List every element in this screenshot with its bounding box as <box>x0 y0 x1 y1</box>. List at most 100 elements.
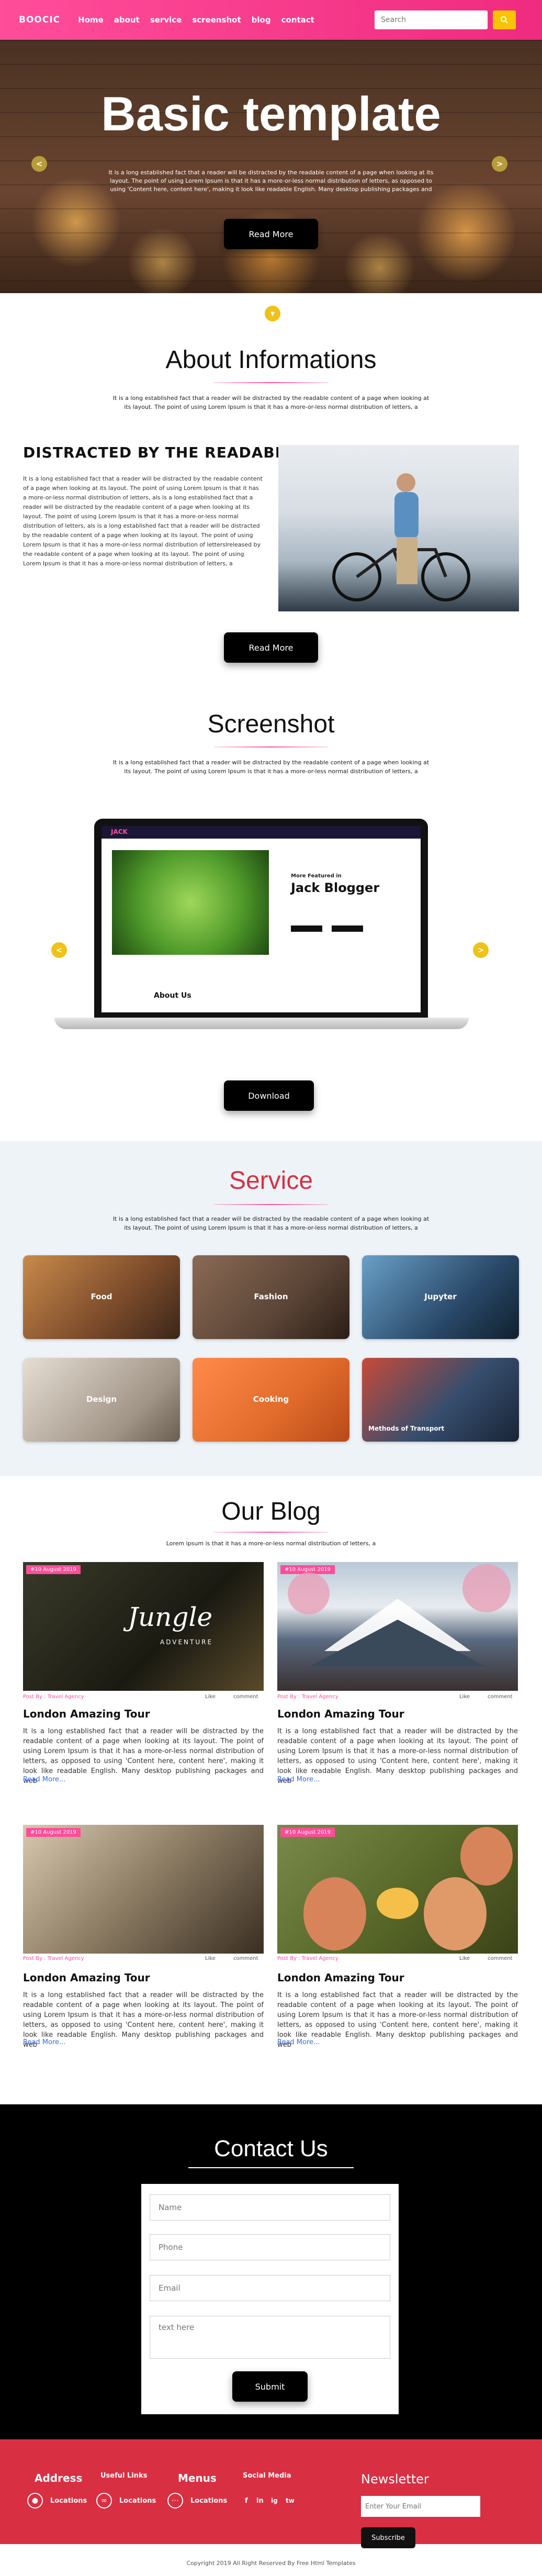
blog-image-mountain[interactable]: #10 August 2019 <box>277 1562 518 1691</box>
nav-link-contact[interactable]: contact <box>281 15 314 25</box>
service-card-label: Design <box>86 1395 117 1404</box>
search-icon <box>501 16 508 24</box>
screenshot-title: Screenshot <box>207 710 335 738</box>
nav-link-screenshot[interactable]: screenshot <box>192 15 241 25</box>
footer-location-2[interactable]: Locations <box>119 2497 156 2505</box>
blog-post-likes[interactable]: Like <box>459 1694 470 1700</box>
brand-logo[interactable]: BOOCIC <box>19 15 60 25</box>
hero-title: Basic template <box>101 87 441 141</box>
blog-post-likes[interactable]: Like <box>459 1956 470 1961</box>
newsletter-title: Newsletter <box>361 2472 429 2486</box>
menu-dots-icon: ⋯ <box>167 2493 183 2508</box>
footer-location-1[interactable]: Locations <box>50 2497 87 2505</box>
hero-prev-arrow[interactable]: < <box>31 156 47 172</box>
newsletter-email-input[interactable] <box>361 2496 480 2517</box>
screen-about-heading: About Us <box>154 991 191 1000</box>
screen-heading-small: More Featured in <box>291 873 342 879</box>
service-card-label: Methods of Transport <box>368 1425 445 1432</box>
blog-underline <box>214 1532 328 1533</box>
blog-image-eggs[interactable]: #10 August 2019 <box>277 1825 518 1954</box>
blog-image-title: Jungle <box>128 1602 213 1632</box>
location-pin-icon: ● <box>27 2493 43 2508</box>
blog-post-title[interactable]: London Amazing Tour <box>277 1971 404 1984</box>
blog-image-subtitle: ADVENTURE <box>160 1638 213 1646</box>
screenshot-prev-arrow[interactable]: < <box>51 942 67 958</box>
service-card-jupyter[interactable]: Jupyter <box>362 1255 519 1339</box>
screenshot-underline <box>214 746 328 748</box>
screen-logo: JACK <box>111 828 128 835</box>
link-icon: ∞ <box>96 2493 112 2508</box>
nav-links: Home about service screenshot blog conta… <box>78 15 314 25</box>
blog-read-more-link[interactable]: Read More... <box>277 2038 320 2046</box>
laptop-base <box>54 1018 469 1029</box>
blog-post-comments[interactable]: comment <box>488 1956 513 1961</box>
hero-banner: Basic template It is a long established … <box>0 40 542 293</box>
subscribe-button[interactable]: Subscribe <box>361 2527 415 2548</box>
blog-post-comments[interactable]: comment <box>233 1956 258 1961</box>
hero-next-arrow[interactable]: > <box>492 156 507 172</box>
service-card-food[interactable]: Food <box>23 1255 180 1339</box>
service-card-label: Fashion <box>254 1292 288 1301</box>
service-card-label: Cooking <box>253 1395 289 1404</box>
name-field[interactable] <box>150 2194 390 2221</box>
screenshot-next-arrow[interactable]: > <box>473 942 489 958</box>
about-underline <box>214 382 328 383</box>
blog-read-more-link[interactable]: Read More... <box>23 1776 65 1783</box>
blog-read-more-link[interactable]: Read More... <box>277 1776 320 1783</box>
blog-post-author: Post By : Travel Agency <box>277 1956 338 1961</box>
blog-image-jungle[interactable]: #10 August 2019 Jungle ADVENTURE <box>23 1562 264 1691</box>
blog-post-title[interactable]: London Amazing Tour <box>23 1708 150 1720</box>
service-card-cooking[interactable]: Cooking <box>193 1358 349 1442</box>
laptop-mockup: JACK More Featured in Jack Blogger About… <box>94 819 428 1020</box>
nav-link-service[interactable]: service <box>150 15 182 25</box>
linkedin-icon[interactable]: in <box>256 2497 264 2505</box>
footer <box>0 2439 542 2544</box>
blog-date-badge: #10 August 2019 <box>26 1565 81 1574</box>
message-field[interactable] <box>150 2316 390 2359</box>
blog-intro: Lorem ipsum is that it has a more-or-les… <box>166 1540 376 1547</box>
blog-image-cafe[interactable]: #10 August 2019 <box>23 1825 264 1954</box>
blog-post-title[interactable]: London Amazing Tour <box>277 1708 404 1720</box>
footer-address-title: Address <box>35 2472 83 2484</box>
service-title: Service <box>229 1167 313 1195</box>
about-subheading: DISTRACTED BY THE READABLE <box>23 444 296 461</box>
screenshot-intro: It is a long established fact that a rea… <box>112 759 430 775</box>
download-button[interactable]: Download <box>224 1080 314 1111</box>
hero-text: It is a long established fact that a rea… <box>108 169 434 193</box>
footer-location-3[interactable]: Locations <box>190 2497 227 2505</box>
search-input[interactable] <box>375 10 488 29</box>
service-card-design[interactable]: Design <box>23 1358 180 1442</box>
phone-field[interactable] <box>150 2234 390 2260</box>
nav-link-home[interactable]: Home <box>78 15 104 25</box>
blog-post-title[interactable]: London Amazing Tour <box>23 1971 150 1984</box>
blog-post-comments[interactable]: comment <box>488 1694 513 1700</box>
nav-link-blog[interactable]: blog <box>252 15 271 25</box>
email-field[interactable] <box>150 2275 390 2301</box>
about-intro: It is a long established fact that a rea… <box>112 395 430 410</box>
blog-post-comments[interactable]: comment <box>233 1694 258 1700</box>
screen-heading: Jack Blogger <box>291 880 380 895</box>
hero-read-more-button[interactable]: Read More <box>224 219 318 249</box>
service-card-transport[interactable]: Methods of Transport <box>362 1358 519 1442</box>
footer-social-title: Social Media <box>243 2472 291 2480</box>
blog-read-more-link[interactable]: Read More... <box>23 2038 65 2046</box>
blog-post-author: Post By : Travel Agency <box>23 1956 84 1961</box>
blog-post-likes[interactable]: Like <box>205 1694 216 1700</box>
laptop-screen: JACK More Featured in Jack Blogger About… <box>101 826 421 1012</box>
about-read-more-button[interactable]: Read More <box>224 632 318 663</box>
scroll-down-icon[interactable]: ▼ <box>265 306 280 321</box>
service-card-label: Jupyter <box>424 1292 457 1301</box>
blog-date-badge: #10 August 2019 <box>26 1828 81 1837</box>
facebook-icon[interactable]: f <box>245 2497 248 2505</box>
search-button[interactable] <box>493 10 516 29</box>
submit-button[interactable]: Submit <box>232 2371 308 2402</box>
nav-link-about[interactable]: about <box>114 15 140 25</box>
footer-useful-links-title: Useful Links <box>100 2472 148 2480</box>
service-card-label: Food <box>91 1292 112 1301</box>
blog-post-author: Post By : Travel Agency <box>23 1694 84 1700</box>
twitter-icon[interactable]: tw <box>286 2497 295 2504</box>
contact-form: Submit <box>141 2184 399 2414</box>
service-card-fashion[interactable]: Fashion <box>193 1255 349 1339</box>
instagram-icon[interactable]: ig <box>271 2497 278 2504</box>
blog-post-likes[interactable]: Like <box>205 1956 216 1961</box>
